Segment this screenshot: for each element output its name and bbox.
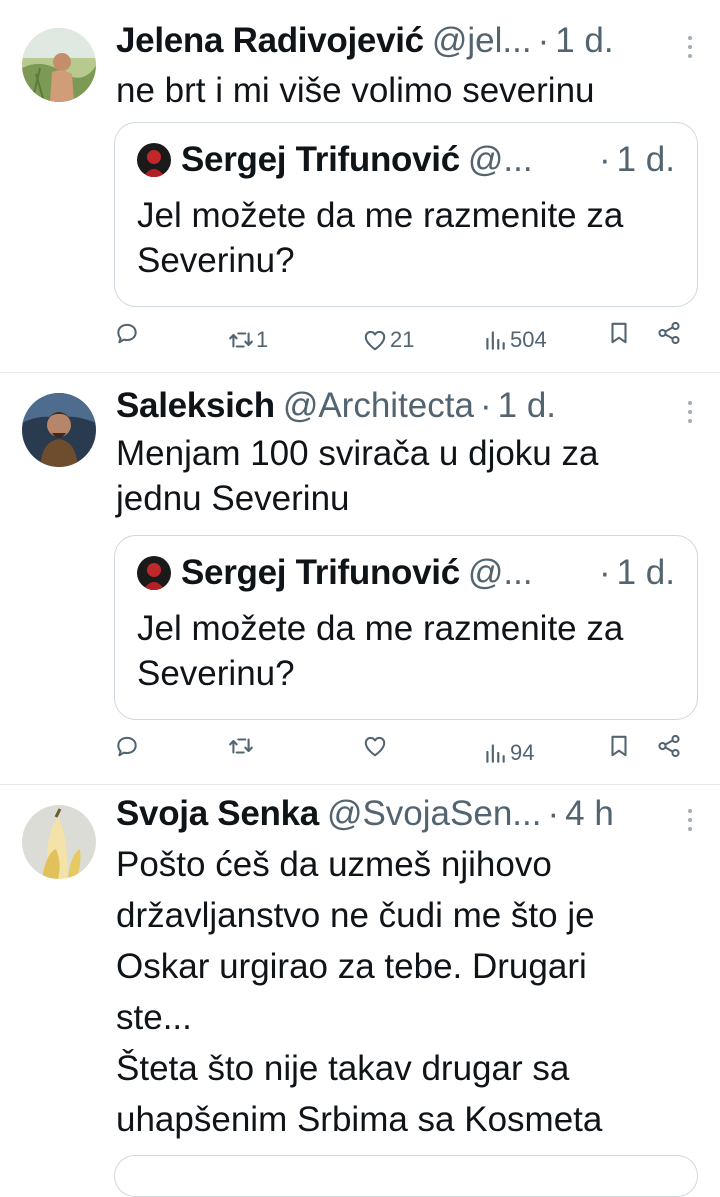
- reply-button[interactable]: [114, 320, 140, 346]
- action-bar: 1 21 504: [114, 320, 690, 360]
- quote-avatar: [137, 556, 171, 590]
- reply-icon: [114, 320, 140, 346]
- share-icon: [656, 320, 682, 346]
- bookmark-button[interactable]: [606, 320, 632, 346]
- like-count: 21: [390, 327, 415, 352]
- tweet-text: Menjam 100 svirača u djoku za jednu Seve…: [116, 434, 599, 518]
- quote-author-handle: @...: [467, 140, 533, 179]
- like-button[interactable]: [362, 733, 388, 759]
- heart-icon: [362, 733, 388, 759]
- heart-icon: [362, 327, 388, 353]
- author-handle[interactable]: @Architecta: [283, 385, 474, 427]
- quote-avatar: [137, 143, 171, 177]
- more-icon[interactable]: [686, 36, 694, 58]
- tweet[interactable]: Saleksich @Architecta · 1 d. Menjam 100 …: [0, 373, 720, 785]
- more-icon[interactable]: [686, 401, 694, 423]
- share-icon: [656, 733, 682, 759]
- bookmark-icon: [606, 733, 632, 759]
- author-name[interactable]: Svoja Senka: [116, 793, 319, 835]
- timestamp[interactable]: 4 h: [565, 793, 614, 835]
- author-name[interactable]: Jelena Radivojević: [116, 20, 424, 62]
- action-bar: 94: [114, 733, 690, 773]
- quoted-tweet[interactable]: Sergej Trifunović @... · 1 d. Jel možete…: [114, 122, 698, 307]
- quote-timestamp: 1 d.: [616, 140, 675, 179]
- separator-dot: ·: [547, 794, 560, 833]
- reply-button[interactable]: [114, 733, 140, 759]
- retweet-icon: [228, 327, 254, 353]
- avatar[interactable]: [22, 393, 96, 467]
- view-count: 94: [510, 740, 535, 765]
- quoted-tweet[interactable]: Sergej Trifunović @... · 1 d. Jel možete…: [114, 535, 698, 720]
- tweet[interactable]: Jelena Radivojević @jel... · 1 d. ne brt…: [0, 0, 720, 373]
- quote-author-name: Sergej Trifunović: [181, 140, 460, 179]
- avatar[interactable]: [22, 28, 96, 102]
- timestamp[interactable]: 1 d.: [498, 385, 556, 427]
- separator-dot: ·: [598, 553, 611, 592]
- retweet-count: 1: [256, 327, 269, 352]
- reply-icon: [114, 733, 140, 759]
- separator-dot: ·: [598, 140, 611, 179]
- quote-text: Jel možete da me razmenite za Severinu?: [137, 196, 624, 280]
- quote-text: Jel možete da me razmenite za Severinu?: [137, 609, 624, 693]
- views-icon: [482, 740, 508, 766]
- retweet-button[interactable]: 1: [228, 320, 268, 360]
- bookmark-icon: [606, 320, 632, 346]
- quote-author-handle: @...: [467, 553, 533, 592]
- quote-timestamp: 1 d.: [616, 553, 675, 592]
- tweet[interactable]: Svoja Senka @SvojaSen... · 4 h Pošto ćeš…: [0, 785, 720, 1197]
- separator-dot: ·: [537, 21, 550, 60]
- views-icon: [482, 327, 508, 353]
- views-button[interactable]: 94: [482, 733, 534, 773]
- bookmark-button[interactable]: [606, 733, 632, 759]
- tweet-text: Pošto ćeš da uzmeš njihovo državljanstvo…: [116, 845, 603, 1139]
- like-button[interactable]: 21: [362, 320, 414, 360]
- retweet-icon: [228, 733, 254, 759]
- more-icon[interactable]: [686, 809, 694, 831]
- views-button[interactable]: 504: [482, 320, 547, 360]
- quote-author-name: Sergej Trifunović: [181, 553, 460, 592]
- timestamp[interactable]: 1 d.: [555, 20, 613, 62]
- share-button[interactable]: [656, 733, 682, 759]
- author-handle[interactable]: @SvojaSen...: [327, 793, 542, 835]
- separator-dot: ·: [479, 386, 492, 425]
- author-name[interactable]: Saleksich: [116, 385, 275, 427]
- retweet-button[interactable]: [228, 733, 254, 759]
- avatar[interactable]: [22, 805, 96, 879]
- author-handle[interactable]: @jel...: [432, 20, 532, 62]
- quoted-tweet-edge: [114, 1155, 698, 1197]
- tweet-text: ne brt i mi više volimo severinu: [116, 71, 595, 110]
- view-count: 504: [510, 327, 547, 352]
- share-button[interactable]: [656, 320, 682, 346]
